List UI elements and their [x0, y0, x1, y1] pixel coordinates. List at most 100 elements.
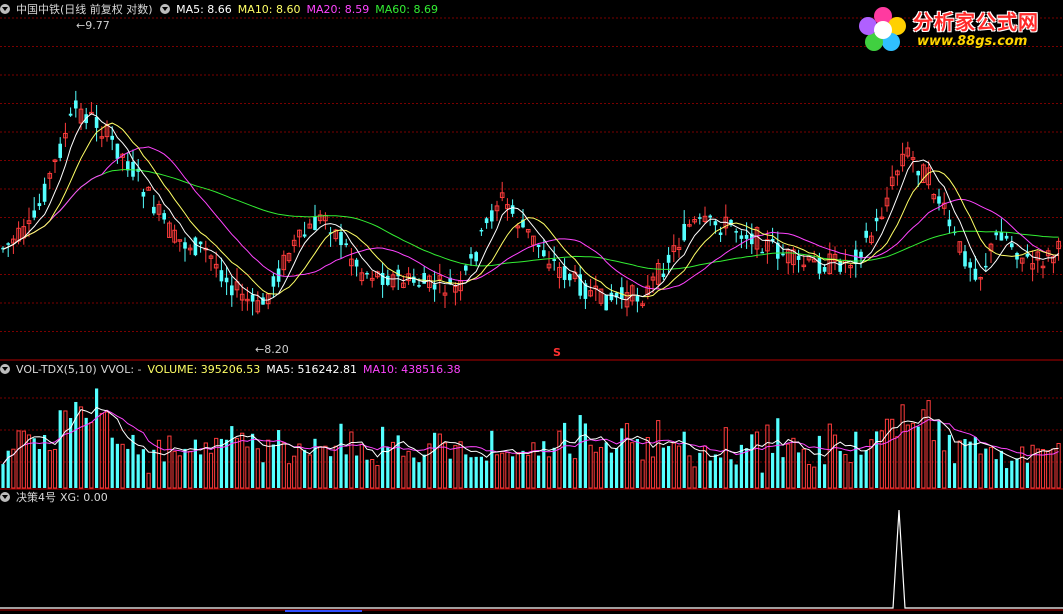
volume-bar — [609, 452, 613, 488]
volume-bar — [63, 410, 68, 489]
candle-body — [313, 216, 317, 231]
panel-toggle-icon[interactable] — [0, 4, 10, 14]
volume-bar — [412, 457, 416, 488]
volume-bar — [84, 417, 88, 488]
volume-ma5-line — [2, 406, 1059, 465]
candle-body — [219, 270, 224, 282]
volume-bar — [505, 451, 510, 489]
volume-bar — [323, 445, 328, 489]
volume-bar — [1030, 444, 1035, 489]
volume-bar — [823, 464, 827, 488]
volume-bar — [219, 438, 223, 488]
ma-label-1: MA10: 8.60 — [237, 3, 301, 16]
volume-bar — [661, 447, 665, 488]
volume-bar — [261, 462, 265, 488]
candle-body — [126, 161, 130, 171]
candle-body — [510, 205, 515, 214]
volume-bar — [479, 456, 483, 488]
candle-body — [94, 117, 99, 128]
candle-body — [152, 206, 156, 214]
ma-legend: MA5: 8.66 MA10: 8.60 MA20: 8.59 MA60: 8.69 — [176, 3, 444, 16]
volume-bar — [417, 462, 421, 488]
volume-bar — [89, 421, 94, 489]
candle-body — [682, 223, 686, 241]
volume-bar — [307, 454, 312, 489]
candle-body — [417, 285, 421, 287]
signal-line — [0, 509, 1063, 609]
volume-bar — [537, 455, 541, 488]
volume-bar — [375, 465, 380, 489]
candle-body — [635, 295, 640, 302]
volume-bar — [177, 455, 182, 489]
volume-bar — [245, 446, 250, 489]
candle-body — [490, 210, 494, 222]
candle-body — [609, 292, 614, 301]
volume-bar — [141, 449, 145, 488]
candle-body — [271, 276, 276, 287]
volume-bar — [255, 448, 260, 489]
candle-body — [916, 170, 920, 176]
volume-bar — [630, 442, 635, 489]
volume-bar — [583, 423, 587, 488]
main-panel-header: 中国中铁(日线 前复权 对数) MA5: 8.66 MA10: 8.60 MA20:… — [0, 2, 450, 18]
candle-body — [162, 213, 166, 220]
volume-bar — [568, 453, 572, 488]
volume-bar — [620, 428, 624, 488]
volume-bar — [552, 447, 556, 488]
candle-body — [432, 284, 437, 290]
candle-body — [760, 251, 764, 254]
candle-body — [6, 243, 10, 245]
candle-body — [666, 254, 671, 263]
signal-toggle-icon[interactable] — [0, 492, 10, 502]
volume-bar — [286, 463, 292, 489]
volume-bar — [682, 431, 686, 488]
candle-body — [781, 253, 785, 256]
candle-body — [68, 113, 73, 116]
volume-bar — [329, 456, 333, 488]
volume-bar — [838, 450, 842, 488]
chart-canvas[interactable] — [0, 0, 1063, 614]
volume-bar — [884, 418, 890, 489]
volume-bar — [240, 432, 245, 489]
volume-bar — [266, 439, 271, 489]
volume-bar — [692, 466, 697, 489]
ma-toggle-icon[interactable] — [160, 4, 171, 14]
volume-bar — [58, 410, 62, 488]
volume-bar — [251, 433, 255, 488]
candle-body — [198, 241, 203, 245]
volume-bar — [193, 439, 197, 488]
volume-bar — [422, 454, 426, 488]
signal-indicator-name: 决策4号 — [16, 491, 56, 504]
volume-bar — [1010, 460, 1014, 488]
candle-body — [365, 272, 369, 275]
volume-bar — [988, 446, 994, 489]
volume-bar — [593, 451, 598, 489]
volume-bar — [806, 464, 812, 489]
candle-body — [141, 191, 146, 197]
volume-indicator-name: VOL-TDX(5,10) — [16, 363, 97, 376]
volume-bar — [624, 423, 630, 489]
candle-body — [734, 231, 738, 233]
volume-bar — [349, 431, 354, 489]
volume-bar — [448, 458, 452, 488]
candle-body — [661, 273, 666, 278]
low-price-label: ←8.20 — [255, 343, 289, 356]
volume-bar — [490, 430, 494, 488]
volume-bar — [162, 461, 166, 488]
candle-body — [479, 229, 484, 232]
volume-bar — [494, 454, 500, 489]
volume-bar — [754, 431, 760, 489]
volume-bar — [521, 450, 525, 488]
volume-toggle-icon[interactable] — [0, 364, 10, 374]
candle-body — [739, 235, 744, 239]
volume-bar — [500, 452, 505, 489]
volume-bar — [734, 464, 738, 488]
candle-body — [698, 217, 702, 219]
candle-body — [224, 277, 229, 283]
volume-bar — [453, 445, 458, 489]
volume-bar — [843, 454, 848, 489]
volume-bar — [698, 452, 702, 488]
volume-bar — [926, 400, 931, 489]
volume-bar — [230, 426, 234, 488]
candle-body — [838, 261, 842, 272]
